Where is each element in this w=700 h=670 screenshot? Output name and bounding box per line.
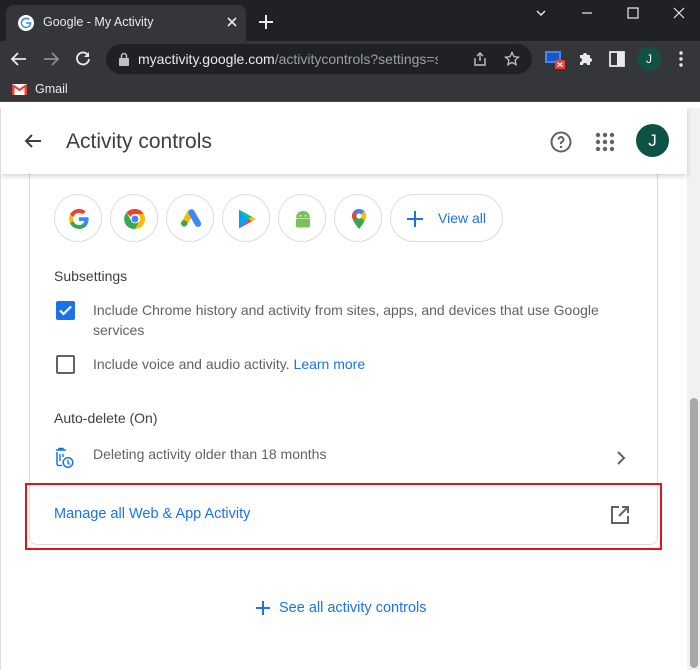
tab-strip: Google - My Activity: [0, 0, 700, 41]
url-host: myactivity.google.com: [138, 51, 275, 67]
back-icon[interactable]: [10, 50, 28, 68]
forward-icon[interactable]: [42, 50, 60, 68]
learn-more-link[interactable]: Learn more: [294, 356, 366, 372]
account-avatar[interactable]: J: [636, 124, 669, 157]
android-icon: [296, 211, 310, 228]
browser-tab[interactable]: Google - My Activity: [6, 5, 246, 41]
tab-title: Google - My Activity: [43, 15, 154, 29]
back-arrow-icon[interactable]: [23, 131, 43, 151]
bookmarks-bar: Gmail: [0, 77, 700, 102]
help-icon[interactable]: [549, 130, 573, 154]
maps-icon: [352, 208, 367, 229]
scrollbar-thumb[interactable]: [690, 398, 698, 668]
google-favicon-icon: [18, 15, 34, 31]
extensions-puzzle-icon[interactable]: [576, 49, 596, 69]
google-ads-icon: [181, 209, 202, 227]
extension-screen-glyph-icon: [545, 51, 565, 69]
checkmark-icon: [59, 305, 72, 316]
extension-screen-icon[interactable]: [544, 49, 566, 71]
chrome-history-label: Include Chrome history and activity from…: [93, 302, 599, 338]
address-bar[interactable]: myactivity.google.com/activitycontrols?s…: [106, 44, 532, 74]
auto-delete-icon: [56, 447, 74, 469]
app-chip-google-ads[interactable]: [166, 194, 214, 242]
view-all-label: View all: [438, 210, 486, 226]
profile-avatar-button[interactable]: J: [637, 47, 661, 71]
voice-audio-label: Include voice and audio activity.: [93, 356, 290, 372]
app-chip-play-store[interactable]: [222, 194, 270, 242]
app-chip-maps[interactable]: [334, 194, 382, 242]
tab-search-icon[interactable]: [530, 4, 552, 22]
chrome-history-checkbox[interactable]: [56, 301, 75, 320]
bookmark-label: Gmail: [35, 82, 68, 96]
maximize-icon[interactable]: [622, 4, 644, 22]
share-icon[interactable]: [472, 51, 488, 67]
subsettings-heading: Subsettings: [54, 268, 128, 284]
menu-kebab-icon[interactable]: [671, 49, 691, 69]
voice-audio-checkbox[interactable]: [56, 355, 75, 374]
close-tab-icon[interactable]: [224, 14, 240, 30]
url-text: myactivity.google.com/activitycontrols?s…: [138, 51, 438, 67]
auto-delete-heading: Auto-delete (On): [54, 410, 158, 426]
view-all-button[interactable]: View all: [390, 194, 503, 242]
chevron-right-icon: [617, 451, 626, 465]
url-path: /activitycontrols?settings=s...: [274, 51, 438, 67]
reload-icon[interactable]: [74, 50, 92, 68]
page-content: Activity controls J View all Subsettings…: [0, 108, 700, 670]
highlight-box: [25, 483, 662, 550]
bookmark-star-icon[interactable]: [504, 51, 520, 67]
play-store-icon: [239, 209, 256, 229]
browser-window: Google - My Activity myactivity.google.c…: [0, 0, 700, 670]
see-all-label: See all activity controls: [279, 600, 427, 616]
minimize-icon[interactable]: [576, 4, 598, 22]
voice-audio-row: Include voice and audio activity. Learn …: [93, 354, 633, 374]
plus-icon: [407, 211, 423, 227]
app-chip-chrome[interactable]: [110, 194, 158, 242]
page-title: Activity controls: [66, 130, 212, 153]
app-chip-google[interactable]: [54, 194, 102, 242]
close-window-icon[interactable]: [668, 4, 690, 22]
browser-toolbar: myactivity.google.com/activitycontrols?s…: [0, 41, 700, 77]
lock-icon[interactable]: [118, 52, 130, 66]
app-chip-android[interactable]: [278, 194, 326, 242]
app-header: Activity controls J: [1, 108, 687, 174]
new-tab-icon[interactable]: [256, 12, 276, 32]
plus-icon: [256, 601, 270, 615]
google-icon: [69, 208, 89, 230]
side-panel-icon[interactable]: [607, 49, 627, 69]
gmail-icon: [12, 84, 27, 95]
chrome-icon: [124, 208, 146, 230]
google-apps-icon[interactable]: [594, 131, 616, 153]
auto-delete-text: Deleting activity older than 18 months: [93, 446, 327, 462]
